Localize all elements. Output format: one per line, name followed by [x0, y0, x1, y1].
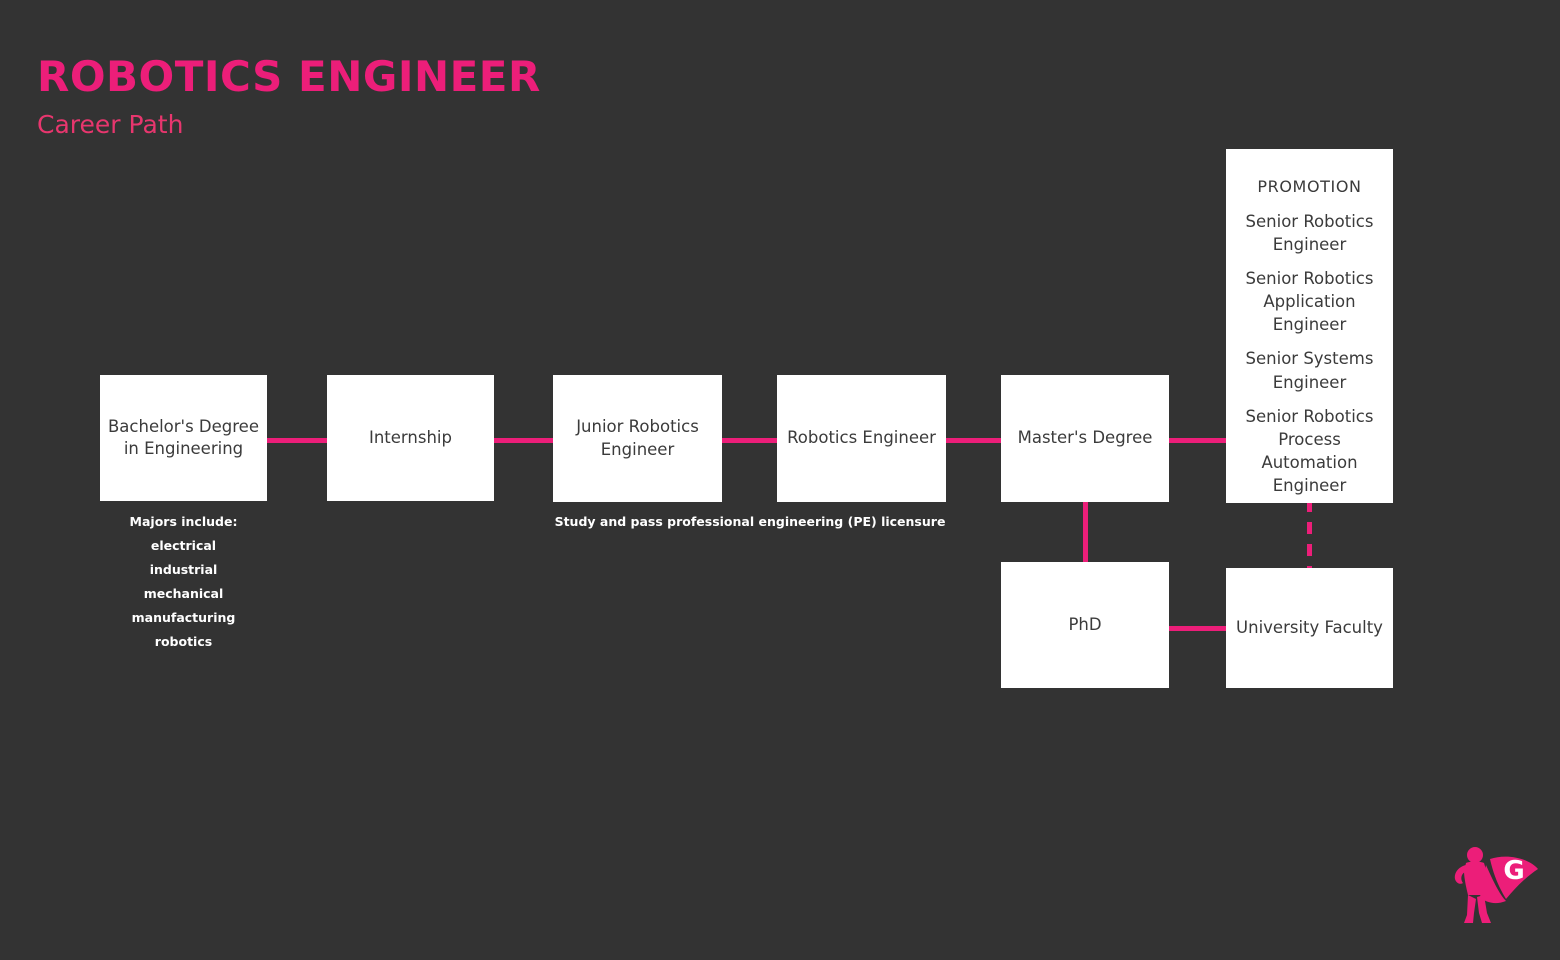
- node-phd[interactable]: PhD: [1001, 562, 1169, 688]
- node-robotics-engineer[interactable]: Robotics Engineer: [777, 375, 946, 502]
- node-university-faculty-line1: University Faculty: [1236, 617, 1383, 637]
- promotion-heading: PROMOTION: [1257, 177, 1362, 196]
- promotion-item-0: Senior Robotics Engineer: [1245, 212, 1374, 255]
- connector-bachelors-to-internship: [262, 438, 332, 443]
- connector-masters-to-phd: [1083, 498, 1088, 568]
- node-phd-line1: PhD: [1068, 614, 1102, 634]
- page-title: ROBOTICS ENGINEER: [37, 52, 541, 101]
- node-bachelors-line1: Bachelor's Degree: [107, 416, 259, 436]
- connector-promotion-to-university-faculty-dashed: [1307, 500, 1312, 570]
- node-internship-line1: Internship: [368, 427, 452, 447]
- majors-caption: Majors include: electrical industrial me…: [100, 510, 267, 654]
- logo-head: [1467, 847, 1483, 863]
- page-subtitle: Career Path: [37, 110, 184, 139]
- majors-item-0: electrical: [150, 538, 217, 553]
- licensure-caption: Study and pass professional engineering …: [554, 514, 946, 529]
- logo-leg-left: [1464, 895, 1476, 923]
- node-university-faculty[interactable]: University Faculty: [1226, 568, 1393, 688]
- promotion-item-1: Senior Robotics Application Engineer: [1245, 269, 1374, 335]
- node-promotion[interactable]: PROMOTION Senior Robotics Engineer Senio…: [1226, 149, 1393, 503]
- node-junior-line2: Engineer: [600, 439, 675, 459]
- node-internship[interactable]: Internship: [327, 375, 494, 501]
- connector-phd-to-university-faculty: [1164, 626, 1231, 631]
- node-masters-degree[interactable]: Master's Degree: [1001, 375, 1169, 502]
- connector-junior-to-robotics-engineer: [717, 438, 782, 443]
- majors-item-3: manufacturing: [131, 610, 236, 625]
- logo-letter: G: [1503, 856, 1524, 886]
- connector-robotics-engineer-to-masters: [941, 438, 1006, 443]
- career-path-infographic: ROBOTICS ENGINEER Career Path Bachelor's…: [0, 0, 1560, 960]
- superhero-g-logo: G: [1454, 847, 1538, 923]
- majors-item-2: mechanical: [143, 586, 224, 601]
- node-masters-line1: Master's Degree: [1017, 428, 1153, 448]
- majors-heading: Majors include:: [129, 514, 238, 529]
- majors-item-1: industrial: [149, 562, 218, 577]
- node-bachelors-degree[interactable]: Bachelor's Degree in Engineering: [100, 375, 267, 501]
- promotion-item-2: Senior Systems Engineer: [1245, 349, 1374, 392]
- node-robotics-engineer-line1: Robotics Engineer: [787, 428, 936, 448]
- connector-internship-to-junior: [489, 438, 559, 443]
- node-junior-line1: Junior Robotics: [576, 417, 699, 437]
- connector-masters-to-promotion: [1164, 438, 1231, 443]
- node-junior-robotics-engineer[interactable]: Junior Robotics Engineer: [553, 375, 722, 502]
- promotion-item-3: Senior Robotics Process Automation Engin…: [1245, 406, 1374, 495]
- node-bachelors-line2: in Engineering: [123, 439, 244, 458]
- majors-item-4: robotics: [154, 634, 213, 649]
